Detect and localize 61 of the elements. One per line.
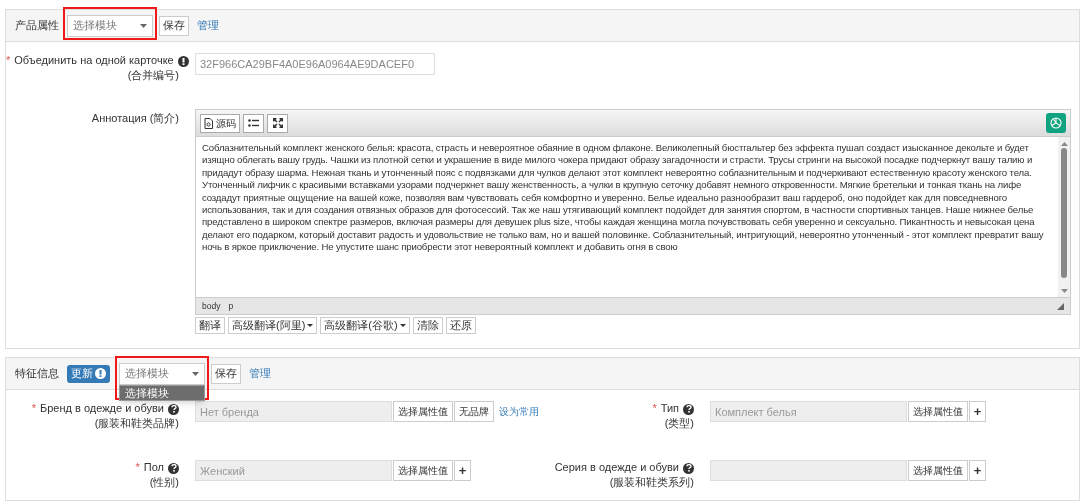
- select-value-button[interactable]: 选择属性值: [393, 460, 453, 481]
- alert-icon: [95, 368, 106, 379]
- add-button[interactable]: +: [454, 460, 471, 481]
- action-button[interactable]: 还原: [445, 317, 476, 334]
- template-select[interactable]: 选择模块: [119, 362, 205, 385]
- caret-icon: [192, 371, 199, 376]
- select-value-button[interactable]: 选择属性值: [908, 401, 968, 422]
- section-title: 特征信息: [15, 366, 59, 382]
- source-button[interactable]: 源码: [200, 113, 240, 133]
- assistant-icon[interactable]: [1046, 113, 1066, 133]
- field-label: Объединить на одной карточке: [14, 54, 174, 66]
- field-sublabel: (合并编号): [126, 68, 179, 83]
- element-path-item[interactable]: p: [228, 299, 234, 313]
- manage-link[interactable]: 管理: [197, 17, 219, 34]
- field-sublabel: (服装和鞋类品牌): [93, 416, 179, 431]
- required-mark: *: [135, 461, 140, 473]
- required-mark: *: [31, 402, 36, 414]
- field-label: Серия в одежде и обуви: [554, 461, 679, 473]
- action-button[interactable]: 翻译: [195, 317, 225, 334]
- field-sublabel: (性别): [148, 475, 179, 490]
- caret-icon: [140, 23, 147, 28]
- section-title: 产品属性: [15, 18, 59, 34]
- help-icon: [168, 403, 179, 415]
- resize-handle-icon[interactable]: [1057, 302, 1064, 310]
- annotation-text: Соблазнительный комплект женского белья: красота, страсть и невероятное обаяние в одном флаконе. Великолепный бюстгальтер без эффекта пушап создаст изысканное декольте и будет изящно облегать вашу грудь. Чашки из плотной сетки и украшение в виде милого чокера придают образу загадочности и страсти. Трусы стринги на высокой посадке подчеркнут вашу талию и придадут образу шарма. Нежная ткань и утонченный пояс с подвязками для чулков делают этот комплект невероятно соблазнительным и подчеркивают естественную красоту женского тела. Утонченный лифчик с красивыми вставками узорами подчеркнет вашу женственность, а чулки в крупную сеточку добавят немного откровенности. Мягкие бретельки и тонкая ткань на лифе создадут приятные ощущение на вашей коже, позволяя вам чувствовать себя комфортно и уверенно. Белье идеально разнообразит ваш гардероб, оно подойдет как для повседневного использования, так и для создания отвязных образов для фотосессий. Так же наш утягивающий комплект подойдет для занятия спортом, в частности спортивных танцев. Наше нижнее белье представлено в широком спектре размеров, включая размеры для девушек plus size, чтобы каждая женщина могла почувствовать себя уверенно и сексуально. Пикантность и невысокая цена делают его подарком, который доставит радость и удовольствие не только вам, но и вашей половинке. Соблазнительный, интригующий, невероятно утонченный - этот комплект превратит вашу ночь в яркое приключение. Не упустите шанс приобрести этот невероятный комплект и добавить огня в свою: [202, 142, 1045, 254]
- select-value-button[interactable]: 无品牌: [454, 401, 494, 422]
- field-label: Пол: [143, 461, 164, 473]
- add-button[interactable]: +: [969, 460, 986, 481]
- merge-id-field[interactable]: 32F966CA29BF4A0E96A0964AE9DACEF0: [195, 53, 435, 75]
- fullscreen-button[interactable]: [267, 113, 288, 133]
- list-button[interactable]: [243, 113, 264, 133]
- select-value-button[interactable]: 选择属性值: [393, 401, 453, 422]
- list-icon: [248, 119, 259, 127]
- field-sublabel: (类型): [663, 416, 694, 431]
- action-button[interactable]: 高级翻译(谷歌): [320, 317, 410, 334]
- help-icon: [683, 403, 694, 415]
- action-button[interactable]: 高级翻译(阿里): [228, 317, 318, 334]
- help-icon: [683, 462, 694, 474]
- dropdown-option[interactable]: 选择模块: [120, 385, 204, 400]
- alert-icon: [177, 55, 189, 67]
- help-icon: [168, 462, 179, 474]
- template-select[interactable]: 选择模块: [67, 14, 153, 37]
- select-value-button[interactable]: 选择属性值: [908, 460, 968, 481]
- required-mark: *: [652, 402, 657, 414]
- document-icon: [204, 117, 213, 129]
- action-button[interactable]: 清除: [412, 317, 443, 334]
- field-label: Тип: [660, 402, 679, 414]
- required-mark: *: [6, 54, 11, 66]
- fullscreen-icon: [272, 118, 283, 128]
- scroll-down-icon[interactable]: [1060, 289, 1068, 293]
- field-sublabel: (服装和鞋类系列): [608, 475, 694, 490]
- update-button[interactable]: 更新: [67, 364, 110, 383]
- manage-link[interactable]: 管理: [249, 365, 271, 382]
- save-button[interactable]: 保存: [159, 15, 189, 36]
- set-common-link[interactable]: 设为常用: [499, 404, 539, 419]
- element-path-item[interactable]: body: [202, 299, 221, 313]
- save-button[interactable]: 保存: [211, 363, 241, 384]
- scroll-up-icon[interactable]: [1060, 142, 1068, 146]
- add-button[interactable]: +: [969, 401, 986, 422]
- field-label: Аннотация (简介): [90, 111, 179, 126]
- field-label: Бренд в одежде и обуви: [40, 402, 164, 414]
